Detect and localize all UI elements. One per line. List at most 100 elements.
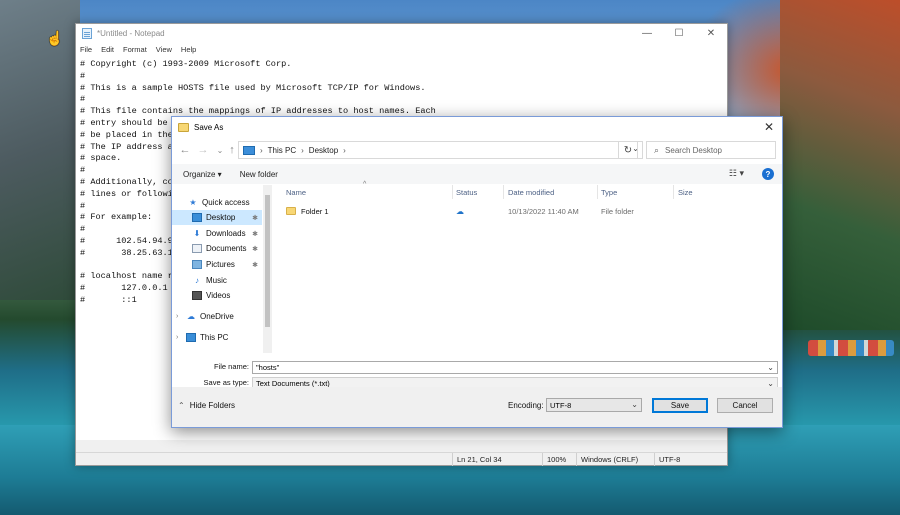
address-this-pc[interactable]: This PC bbox=[268, 146, 296, 155]
encoding-select[interactable]: UTF-8 ⌄ bbox=[546, 398, 642, 412]
nav-label: Quick access bbox=[202, 198, 250, 207]
cloud-status-icon: ☁ bbox=[456, 206, 464, 216]
mountain-right bbox=[780, 0, 900, 330]
dialog-titlebar[interactable]: Save As ✕ bbox=[172, 117, 782, 137]
save-as-dialog: Save As ✕ ← → ⌄ ↑ › This PC › Desktop › … bbox=[171, 116, 783, 428]
nav-label: Videos bbox=[206, 291, 231, 300]
nav-downloads[interactable]: ⬇ Downloads ✱ bbox=[172, 226, 262, 241]
nav-videos[interactable]: Videos bbox=[172, 288, 262, 303]
search-placeholder: Search Desktop bbox=[665, 145, 722, 155]
file-status-cell: ☁ bbox=[456, 204, 464, 218]
file-name-input[interactable]: "hosts" ⌄ bbox=[252, 361, 778, 374]
scrollbar-thumb[interactable] bbox=[265, 195, 270, 327]
pin-icon: ✱ bbox=[252, 214, 258, 222]
file-name: Folder 1 bbox=[301, 206, 329, 216]
encoding-value: UTF-8 bbox=[550, 400, 572, 410]
chevron-down-icon[interactable]: ⌄ bbox=[767, 363, 774, 372]
file-name-cell: Folder 1 bbox=[286, 204, 329, 218]
nav-onedrive[interactable]: › ☁ OneDrive bbox=[172, 309, 262, 324]
hand-cursor-icon: ☝ bbox=[46, 30, 64, 46]
column-divider[interactable] bbox=[673, 185, 674, 199]
help-icon[interactable]: ? bbox=[762, 168, 774, 180]
search-input[interactable]: ⌕ Search Desktop bbox=[646, 141, 776, 159]
column-divider[interactable] bbox=[503, 185, 504, 199]
documents-icon bbox=[192, 244, 202, 253]
nav-pictures[interactable]: Pictures ✱ bbox=[172, 257, 262, 272]
menu-view[interactable]: View bbox=[156, 45, 172, 54]
folder-icon bbox=[286, 207, 296, 215]
star-icon: ★ bbox=[189, 198, 197, 207]
file-row[interactable]: Folder 1 ☁ 10/13/2022 11:40 AM File fold… bbox=[273, 204, 782, 218]
view-options-icon[interactable]: ☷ ▾ bbox=[729, 168, 744, 179]
nav-desktop[interactable]: Desktop ✱ bbox=[172, 210, 262, 225]
computer-icon bbox=[243, 145, 255, 155]
nav-music[interactable]: ♪ Music bbox=[172, 273, 262, 288]
status-zoom: 100% bbox=[542, 453, 576, 466]
navigation-pane: ★ Quick access Desktop ✱ ⬇ Downloads ✱ D… bbox=[172, 185, 263, 353]
file-type-cell: File folder bbox=[601, 206, 634, 216]
nav-label: Documents bbox=[206, 244, 247, 253]
maximize-button[interactable]: ☐ bbox=[663, 24, 695, 42]
menu-file[interactable]: File bbox=[80, 45, 92, 54]
navigation-pane-scrollbar[interactable] bbox=[263, 185, 272, 353]
nav-documents[interactable]: Documents ✱ bbox=[172, 241, 262, 256]
cancel-button[interactable]: Cancel bbox=[717, 398, 773, 413]
save-as-type-label: Save as type: bbox=[203, 378, 249, 387]
notepad-titlebar[interactable]: *Untitled - Notepad — ☐ ✕ bbox=[76, 24, 727, 42]
nav-label: Desktop bbox=[206, 213, 236, 222]
pin-icon: ✱ bbox=[252, 261, 258, 269]
text-line: # bbox=[80, 94, 86, 105]
file-name-row: File name: "hosts" ⌄ bbox=[172, 361, 782, 374]
notepad-icon bbox=[82, 27, 92, 39]
chevron-right-icon[interactable]: › bbox=[301, 146, 304, 155]
pin-icon: ✱ bbox=[252, 245, 258, 253]
nav-label: This PC bbox=[200, 333, 229, 342]
address-desktop[interactable]: Desktop bbox=[309, 146, 338, 155]
new-folder-button[interactable]: New folder bbox=[240, 170, 278, 179]
file-list: ^ Name Status Date modified Type Size Fo… bbox=[273, 181, 782, 353]
chevron-right-icon[interactable]: › bbox=[176, 334, 178, 341]
column-name[interactable]: Name bbox=[283, 185, 443, 199]
computer-icon bbox=[186, 333, 196, 342]
refresh-button[interactable]: ↻ bbox=[618, 141, 638, 159]
dialog-close-button[interactable]: ✕ bbox=[756, 117, 782, 137]
address-bar[interactable]: › This PC › Desktop › ⌄ bbox=[238, 141, 643, 159]
chevron-down-icon[interactable]: ⌄ bbox=[631, 400, 638, 409]
dialog-title: Save As bbox=[194, 122, 224, 132]
chevron-up-icon: ⌃ bbox=[178, 401, 185, 410]
menu-format[interactable]: Format bbox=[123, 45, 147, 54]
notepad-title: *Untitled - Notepad bbox=[97, 28, 165, 38]
nav-this-pc[interactable]: › This PC bbox=[172, 330, 262, 345]
chevron-right-icon[interactable]: › bbox=[176, 313, 178, 320]
menu-edit[interactable]: Edit bbox=[101, 45, 114, 54]
forward-arrow-icon[interactable]: → bbox=[196, 143, 210, 157]
hide-folders-label: Hide Folders bbox=[189, 401, 236, 410]
column-type[interactable]: Type bbox=[598, 185, 673, 199]
file-name-value: "hosts" bbox=[256, 363, 280, 372]
text-line: # bbox=[80, 70, 86, 81]
save-button[interactable]: Save bbox=[652, 398, 708, 413]
back-arrow-icon[interactable]: ← bbox=[178, 143, 192, 157]
download-icon: ⬇ bbox=[193, 229, 201, 238]
column-status[interactable]: Status bbox=[453, 185, 503, 199]
encoding-label: Encoding: bbox=[508, 401, 544, 410]
horizontal-scrollbar[interactable] bbox=[76, 440, 727, 452]
close-button[interactable]: ✕ bbox=[695, 24, 727, 42]
nav-label: Downloads bbox=[206, 229, 246, 238]
organize-button[interactable]: Organize ▾ bbox=[183, 170, 222, 179]
column-date-modified[interactable]: Date modified bbox=[505, 185, 597, 199]
hide-folders-button[interactable]: ⌃ Hide Folders bbox=[178, 401, 235, 410]
nav-quick-access[interactable]: ★ Quick access bbox=[172, 195, 262, 210]
file-date-cell: 10/13/2022 11:40 AM bbox=[508, 206, 579, 216]
desktop-icon bbox=[192, 213, 202, 222]
videos-icon bbox=[192, 291, 202, 300]
chevron-right-icon[interactable]: › bbox=[343, 146, 346, 155]
minimize-button[interactable]: — bbox=[631, 24, 663, 42]
text-line: # This is a sample HOSTS file used by Mi… bbox=[80, 82, 426, 93]
menu-help[interactable]: Help bbox=[181, 45, 196, 54]
column-size[interactable]: Size bbox=[675, 185, 735, 199]
chevron-right-icon[interactable]: › bbox=[260, 146, 263, 155]
nav-label: OneDrive bbox=[200, 312, 234, 321]
up-arrow-icon[interactable]: ↑ bbox=[225, 143, 239, 157]
pictures-icon bbox=[192, 260, 202, 269]
